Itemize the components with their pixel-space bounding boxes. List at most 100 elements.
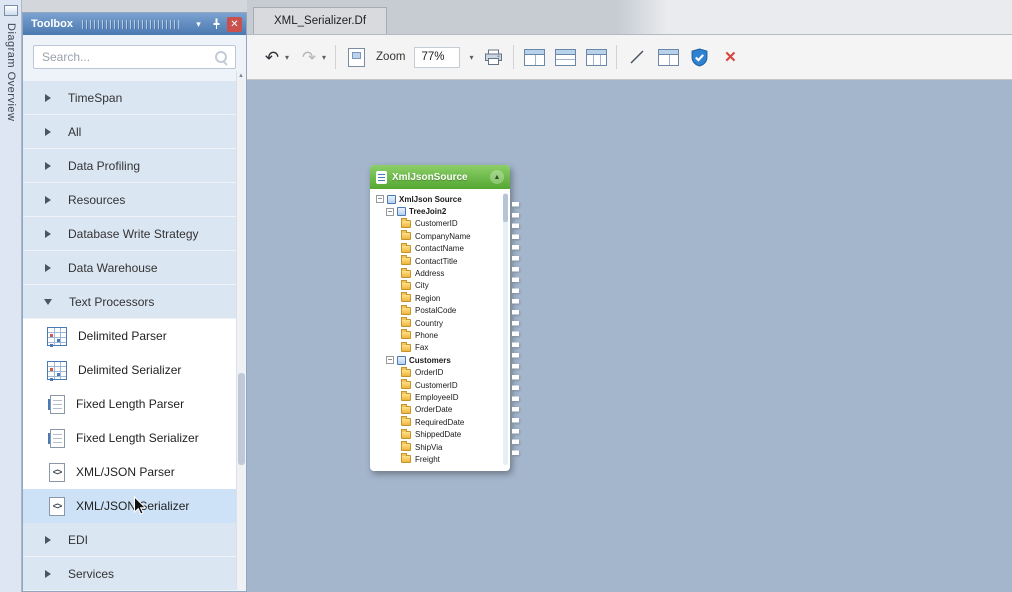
xmljsonsource-node[interactable]: XmlJsonSource ▲ − XmlJson Source − TreeJ… <box>370 165 510 471</box>
node-type-icon <box>376 171 387 184</box>
fit-to-window-button[interactable] <box>345 44 367 70</box>
tree-item-field[interactable]: CompanyName <box>372 230 502 242</box>
tree-item-field[interactable]: ContactTitle <box>372 255 502 267</box>
collapse-expander-icon[interactable]: − <box>386 208 394 216</box>
tree-item-field[interactable]: Phone <box>372 329 502 341</box>
tree-item-field[interactable]: Fax <box>372 342 502 354</box>
close-icon[interactable]: ✕ <box>227 17 242 32</box>
chevron-right-icon <box>45 230 51 238</box>
diagram-canvas[interactable]: XmlJsonSource ▲ − XmlJson Source − TreeJ… <box>247 80 1012 592</box>
toolbar-separator <box>513 45 514 69</box>
expand-nodes-button[interactable] <box>523 44 545 70</box>
zoom-label: Zoom <box>376 51 405 63</box>
scroll-up-icon[interactable]: ▲ <box>237 71 245 82</box>
tree-label: PostalCode <box>415 306 456 315</box>
toolbox-category-text-processors[interactable]: Text Processors <box>23 285 236 319</box>
field-folder-icon <box>401 307 411 315</box>
collapse-expander-icon[interactable]: − <box>376 195 384 203</box>
tree-item-field[interactable]: PostalCode <box>372 305 502 317</box>
chevron-right-icon <box>45 264 51 272</box>
titlebar-grip <box>82 20 179 29</box>
toolbox-item-delimited-serializer[interactable]: Delimited Serializer <box>23 353 236 387</box>
node-title: XmlJsonSource <box>392 172 490 183</box>
node-scrollbar-thumb[interactable] <box>503 194 508 222</box>
toolbox-item-xml-json-serializer[interactable]: <> XML/JSON Serializer <box>23 489 236 523</box>
tree-item-field[interactable]: OrderDate <box>372 404 502 416</box>
toolbox-category-data-warehouse[interactable]: Data Warehouse <box>23 251 236 285</box>
chevron-right-icon <box>45 94 51 102</box>
collapse-node-icon[interactable]: ▲ <box>490 170 504 184</box>
toolbox-category-edi[interactable]: EDI <box>23 523 236 557</box>
remove-button[interactable]: ✕ <box>719 44 741 70</box>
node-header[interactable]: XmlJsonSource ▲ <box>370 165 510 189</box>
pin-icon[interactable] <box>209 17 224 32</box>
field-folder-icon <box>401 257 411 265</box>
tree-item-field[interactable]: CustomerID <box>372 218 502 230</box>
chevron-down-icon <box>44 299 52 305</box>
preview-data-button[interactable] <box>657 44 679 70</box>
toolbox-scrollbar[interactable]: ▲ <box>236 71 245 590</box>
tree-item-customers[interactable]: − Customers <box>372 354 502 366</box>
field-folder-icon <box>401 381 411 389</box>
tree-label: CustomerID <box>415 381 458 390</box>
toolbox-item-fixed-length-serializer[interactable]: Fixed Length Serializer <box>23 421 236 455</box>
node-output-ports[interactable] <box>512 202 519 456</box>
tree-label: CompanyName <box>415 232 471 241</box>
toolbox-item-xml-json-parser[interactable]: <> XML/JSON Parser <box>23 455 236 489</box>
field-folder-icon <box>401 344 411 352</box>
tree-item-field[interactable]: ShippedDate <box>372 428 502 440</box>
tree-item-field[interactable]: EmployeeID <box>372 391 502 403</box>
fixed-length-serializer-icon <box>50 429 65 448</box>
redo-button[interactable]: ↷ <box>298 44 320 70</box>
application-window: Diagram Overview Toolbox ▾ ✕ TimeSpan <box>0 0 1012 592</box>
tree-label: OrderID <box>415 368 443 377</box>
tree-item-field[interactable]: ContactName <box>372 243 502 255</box>
toolbox-item-fixed-length-parser[interactable]: Fixed Length Parser <box>23 387 236 421</box>
toolbox-scrollbar-thumb[interactable] <box>238 373 245 465</box>
tree-item-field[interactable]: CustomerID <box>372 379 502 391</box>
toolbox-item-delimited-parser[interactable]: Delimited Parser <box>23 319 236 353</box>
verify-flow-button[interactable] <box>688 44 710 70</box>
xml-json-serializer-icon: <> <box>49 497 65 516</box>
field-folder-icon <box>401 443 411 451</box>
tab-xml-serializer[interactable]: XML_Serializer.Df <box>253 7 387 34</box>
resize-nodes-button[interactable] <box>585 44 607 70</box>
toolbox-category-all[interactable]: All <box>23 115 236 149</box>
draw-link-button[interactable] <box>626 44 648 70</box>
redo-dropdown-icon[interactable]: ▾ <box>322 53 326 62</box>
tree-item-field[interactable]: OrderID <box>372 366 502 378</box>
tree-label: RequiredDate <box>415 418 464 427</box>
mouse-cursor <box>133 496 147 516</box>
tree-item-root[interactable]: − XmlJson Source <box>372 193 502 205</box>
tree-label: ShippedDate <box>415 430 461 439</box>
toolbox-category-timespan[interactable]: TimeSpan <box>23 81 236 115</box>
toolbox-search-input[interactable] <box>34 46 235 68</box>
zoom-combo[interactable]: 77% <box>414 47 460 68</box>
node-scrollbar[interactable] <box>503 193 508 465</box>
toolbox-titlebar[interactable]: Toolbox ▾ ✕ <box>23 13 246 35</box>
print-button[interactable] <box>482 44 504 70</box>
diagram-overview-tab[interactable]: Diagram Overview <box>5 23 17 121</box>
toolbox-category-resources[interactable]: Resources <box>23 183 236 217</box>
undo-button[interactable]: ↶ <box>261 44 283 70</box>
tree-item-field[interactable]: City <box>372 280 502 292</box>
toolbox-category-database-write-strategy[interactable]: Database Write Strategy <box>23 217 236 251</box>
tree-label: ContactName <box>415 244 464 253</box>
tree-label: TreeJoin2 <box>409 207 446 216</box>
tree-item-field[interactable]: Freight <box>372 453 502 465</box>
undo-dropdown-icon[interactable]: ▾ <box>285 53 289 62</box>
collapse-nodes-button[interactable] <box>554 44 576 70</box>
tree-item-field[interactable]: ShipVia <box>372 441 502 453</box>
tree-item-field[interactable]: Region <box>372 292 502 304</box>
toolbox-dropdown-button[interactable]: ▾ <box>191 17 206 32</box>
collapse-expander-icon[interactable]: − <box>386 356 394 364</box>
zoom-dropdown-icon[interactable]: ▾ <box>469 53 473 62</box>
toolbox-category-data-profiling[interactable]: Data Profiling <box>23 149 236 183</box>
toolbox-list: TimeSpan All Data Profiling Resources Da… <box>23 73 236 591</box>
tree-item-field[interactable]: Country <box>372 317 502 329</box>
toolbox-category-services[interactable]: Services <box>23 557 236 591</box>
tree-item-treejoin2[interactable]: − TreeJoin2 <box>372 205 502 217</box>
tree-item-field[interactable]: Address <box>372 267 502 279</box>
tree-item-field[interactable]: RequiredDate <box>372 416 502 428</box>
expand-nodes-icon <box>524 49 545 66</box>
